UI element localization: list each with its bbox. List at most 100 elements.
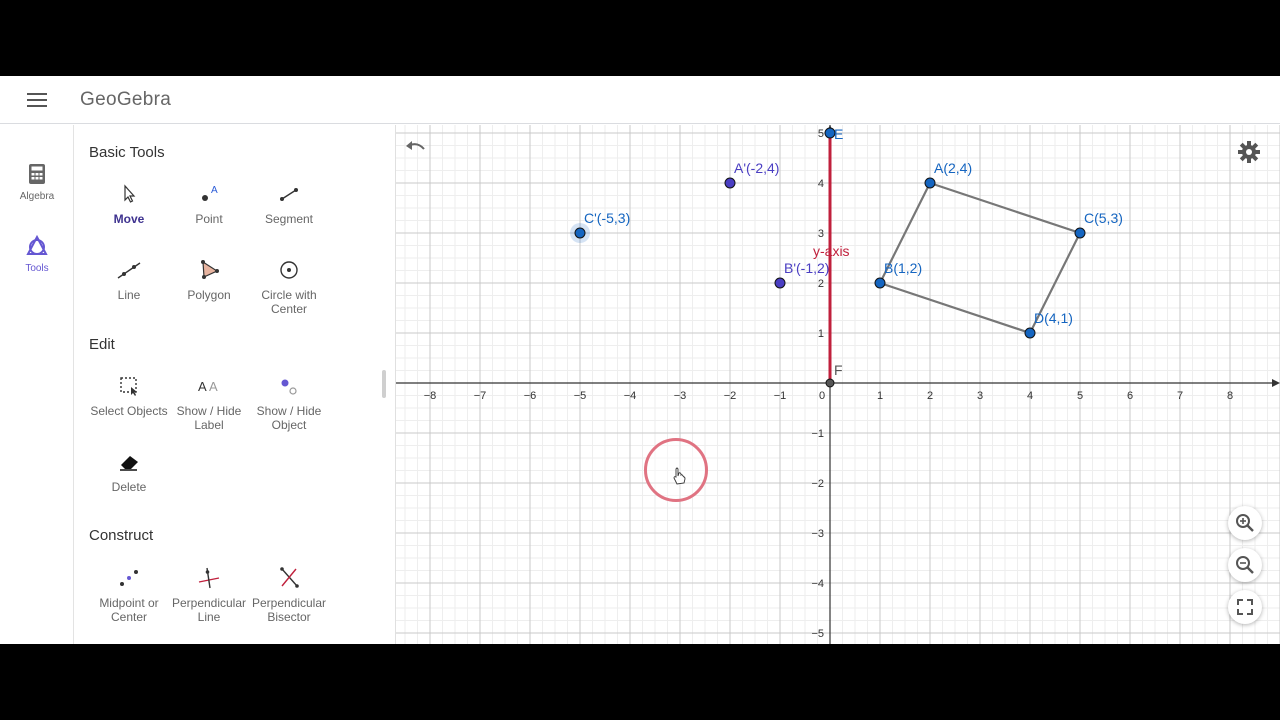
menu-icon[interactable]	[27, 93, 47, 107]
x-tick-label: 8	[1227, 390, 1233, 402]
point-b-1-2	[774, 277, 786, 289]
tool-circle-with-center[interactable]: Circle with Center	[246, 258, 332, 316]
y-axis-label: y-axis	[813, 243, 850, 259]
y-tick-label: −5	[811, 628, 824, 640]
svg-text:A: A	[211, 185, 218, 196]
tool-segment[interactable]: Segment	[246, 182, 332, 226]
point-label: F	[834, 362, 843, 378]
x-tick-label: 4	[1027, 390, 1033, 402]
y-tick-label: 2	[818, 278, 824, 290]
tools-panel: Basic Tools Move A Point Segment Line Po…	[74, 125, 396, 644]
rail-item-label: Tools	[25, 263, 49, 274]
tool-polygon[interactable]: Polygon	[166, 258, 252, 302]
perpendicular-bisector-icon	[280, 567, 299, 588]
svg-text:A: A	[209, 379, 218, 394]
tool-show-hide-object[interactable]: Show / Hide Object	[246, 374, 332, 432]
x-tick-label: −5	[574, 390, 587, 402]
segment-tool-icon	[280, 188, 298, 201]
midpoint-tool-icon	[120, 570, 138, 586]
y-tick-label: −3	[811, 528, 824, 540]
x-tick-label: 0	[819, 390, 825, 402]
coordinate-plane[interactable]: −8 −7 −6 −5 −4 −3 −2 −1 0 1 2 3 4 5 6 7 8 5 4 3 2 1 −1 −2 −3 −4 −5…	[396, 125, 1280, 644]
x-tick-label: 5	[1077, 390, 1083, 402]
section-title-edit: Edit	[89, 336, 115, 353]
rail-item-tools[interactable]: Tools	[0, 235, 74, 274]
graphics-view[interactable]: −8 −7 −6 −5 −4 −3 −2 −1 0 1 2 3 4 5 6 7 8 5 4 3 2 1 −1 −2 −3 −4 −5…	[396, 125, 1280, 644]
point-a-2-4	[924, 177, 936, 189]
point-label: A'(-2,4)	[734, 160, 779, 176]
polygon-tool-icon	[201, 260, 219, 279]
top-bar: GeoGebra	[0, 76, 1280, 124]
zoom-out-icon	[1236, 556, 1254, 574]
x-tick-label: −6	[524, 390, 537, 402]
fullscreen-button[interactable]	[1228, 590, 1262, 624]
tools-shapes-icon	[26, 235, 48, 255]
x-tick-label: 2	[927, 390, 933, 402]
point-f	[825, 378, 835, 388]
svg-text:A: A	[198, 379, 207, 394]
side-rail: Algebra Tools	[0, 125, 74, 644]
fullscreen-icon	[1237, 599, 1253, 615]
show-hide-label-icon: AA	[198, 379, 218, 394]
app-logo: GeoGebra	[80, 89, 172, 110]
y-tick-label: 4	[818, 178, 824, 190]
tool-midpoint-or-center[interactable]: Midpoint or Center	[86, 566, 172, 624]
point-tool-icon: A	[202, 185, 218, 201]
point-label: A(2,4)	[934, 160, 972, 176]
gear-icon	[1238, 141, 1260, 163]
tool-point[interactable]: A Point	[166, 182, 252, 226]
point-c-5-3	[574, 227, 586, 239]
perpendicular-line-icon	[198, 567, 220, 589]
undo-icon	[406, 141, 425, 150]
tool-line[interactable]: Line	[86, 258, 172, 302]
x-tick-label: 6	[1127, 390, 1133, 402]
point-label: E	[834, 126, 843, 142]
section-title-basic-tools: Basic Tools	[89, 144, 165, 161]
tool-move[interactable]: Move	[86, 182, 172, 226]
x-tick-label: 1	[877, 390, 883, 402]
x-tick-label: −3	[674, 390, 687, 402]
rail-item-algebra[interactable]: Algebra	[0, 163, 74, 202]
point-c-5-3	[1074, 227, 1086, 239]
show-hide-object-icon	[281, 379, 297, 395]
point-d-4-1	[1024, 327, 1036, 339]
tool-show-hide-label[interactable]: AA Show / Hide Label	[166, 374, 252, 432]
point-label: C(5,3)	[1084, 210, 1123, 226]
panel-scrollbar[interactable]	[382, 370, 386, 398]
point-b-1-2	[874, 277, 886, 289]
zoom-out-button[interactable]	[1228, 548, 1262, 582]
tool-perpendicular-line[interactable]: Perpendicular Line	[166, 566, 252, 624]
y-tick-label: 1	[818, 328, 824, 340]
point-a-2-4	[724, 177, 736, 189]
x-tick-label: −2	[724, 390, 737, 402]
circle-center-tool-icon	[280, 261, 298, 279]
eraser-icon	[120, 456, 138, 471]
point-label: B(1,2)	[884, 260, 922, 276]
geogebra-app: GeoGebra Algebra Tools Basic Tools Move	[0, 76, 1280, 644]
rail-item-label: Algebra	[19, 191, 55, 202]
select-objects-icon	[120, 377, 137, 396]
y-tick-label: 5	[818, 128, 824, 140]
y-tick-label: −2	[811, 478, 824, 490]
line-tool-icon	[117, 262, 141, 279]
point-label: D(4,1)	[1034, 310, 1073, 326]
hand-cursor-icon	[673, 467, 686, 485]
x-tick-label: −7	[474, 390, 487, 402]
section-title-construct: Construct	[89, 527, 154, 544]
tool-perpendicular-bisector[interactable]: Perpendicular Bisector	[246, 566, 332, 624]
point-label: C'(-5,3)	[584, 210, 630, 226]
tool-delete[interactable]: Delete	[86, 450, 172, 494]
click-highlight	[644, 438, 708, 502]
arrow-cursor-icon	[124, 184, 136, 203]
y-tick-label: −4	[811, 578, 824, 590]
x-tick-label: −1	[774, 390, 787, 402]
tool-select-objects[interactable]: Select Objects	[86, 374, 172, 418]
x-tick-label: 7	[1177, 390, 1183, 402]
y-tick-label: −1	[811, 428, 824, 440]
x-tick-label: −8	[424, 390, 437, 402]
calculator-icon	[29, 164, 45, 184]
x-tick-label: 3	[977, 390, 983, 402]
y-tick-label: 3	[818, 228, 824, 240]
zoom-in-button[interactable]	[1228, 506, 1262, 540]
zoom-in-icon	[1236, 514, 1254, 532]
